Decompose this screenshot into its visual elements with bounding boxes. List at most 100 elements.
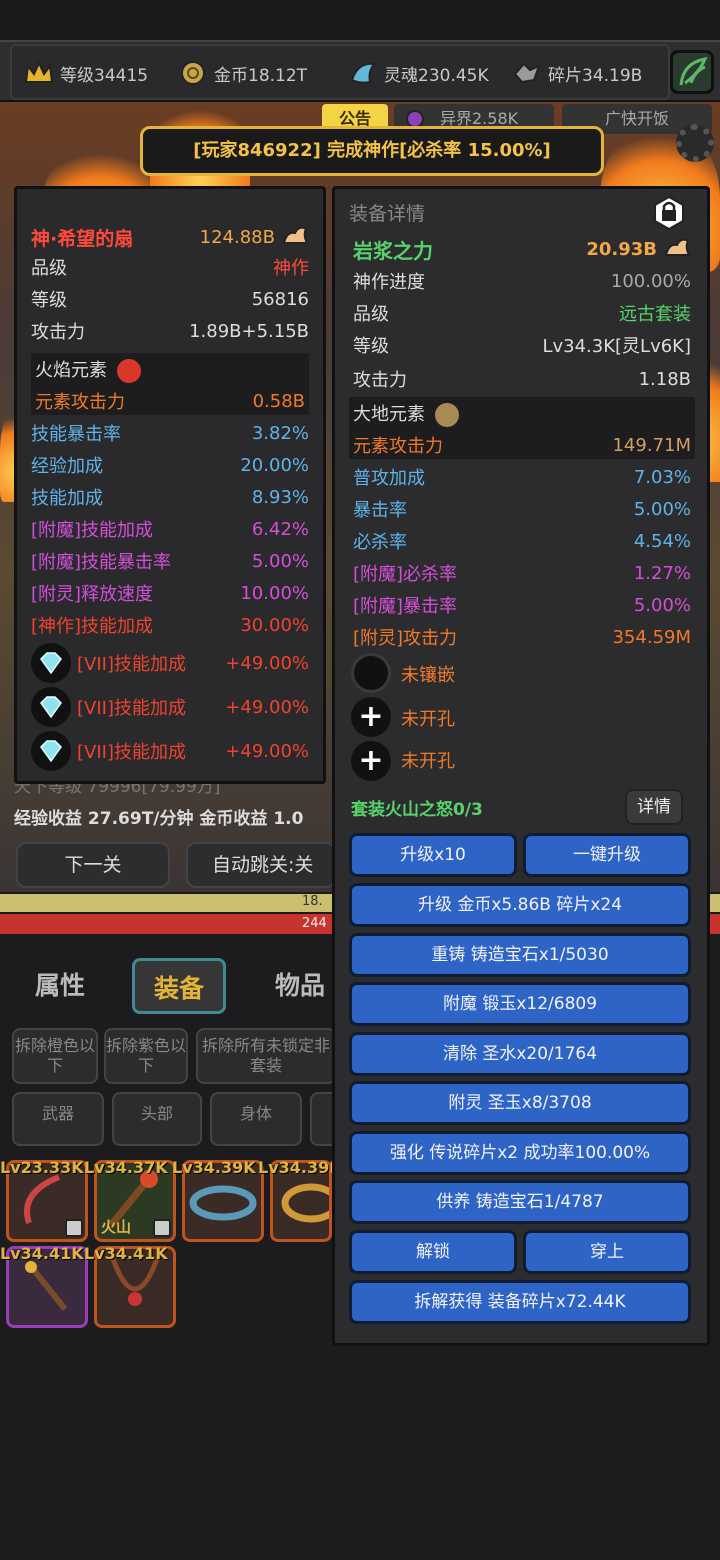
tab-items[interactable]: 物品: [258, 958, 342, 1014]
remove-orange-button[interactable]: 拆除橙色以下: [12, 1028, 98, 1084]
stat-row: 攻击力 1.18B: [353, 365, 691, 393]
spirit-attach-button[interactable]: 附灵 圣玉x8/3708: [349, 1081, 691, 1125]
set-detail-button[interactable]: 详情: [625, 789, 683, 825]
set-tag: 火山: [101, 1218, 132, 1236]
element-title: 大地元素: [353, 404, 425, 425]
nurture-button[interactable]: 供养 铸造宝石1/4787: [349, 1180, 691, 1224]
one-key-upgrade-button[interactable]: 一键升级: [523, 833, 691, 877]
panel-header: 装备详情: [349, 203, 426, 225]
stat-label: 元素攻击力: [35, 392, 125, 413]
muscle-icon: [281, 223, 309, 252]
shard-icon: [512, 60, 542, 86]
diamond-icon: [31, 731, 71, 771]
stat-label: [附魔]暴击率: [353, 596, 458, 617]
gem-row: [VII]技能加成 +49.00%: [77, 737, 309, 765]
stat-label: 技能加成: [31, 488, 103, 509]
stat-value: 10.00%: [240, 582, 309, 604]
stat-value: 3.82%: [251, 422, 309, 444]
next-stage-button[interactable]: 下一关: [16, 842, 170, 888]
leaf-icon[interactable]: [670, 50, 714, 94]
stat-row: 品级 神作: [31, 253, 309, 281]
lock-icon: [153, 1219, 171, 1237]
stat-row: 技能加成 8.93%: [31, 483, 309, 511]
gem-label: [VII]技能加成: [77, 698, 186, 719]
gem-row: [VII]技能加成 +49.00%: [77, 693, 309, 721]
filter-weapon[interactable]: 武器: [12, 1092, 104, 1146]
stat-label: [附灵]攻击力: [353, 628, 458, 649]
plus-icon[interactable]: +: [351, 697, 391, 737]
lock-icon[interactable]: [651, 195, 687, 231]
socket-label: 未镶嵌: [401, 665, 455, 686]
stat-row: 技能暴击率 3.82%: [31, 419, 309, 447]
gear-icon[interactable]: [676, 124, 714, 162]
stat-label: [附魔]技能加成: [31, 520, 154, 541]
item-title-row: 神·希望的扇 124.88B: [31, 223, 309, 251]
element-atk-row: 元素攻击力 149.71M: [349, 431, 695, 459]
stat-label: 等级: [353, 336, 389, 357]
stat-label: 普攻加成: [353, 468, 425, 489]
stat-value: 1.27%: [633, 562, 691, 584]
stat-value: 5.00%: [633, 594, 691, 616]
item-title-row: 岩浆之力 20.93B: [353, 235, 691, 263]
stat-value: 1.18B: [638, 368, 691, 390]
stat-label: 元素攻击力: [353, 436, 443, 457]
tab-attributes[interactable]: 属性: [18, 958, 102, 1014]
stat-label: [神作]技能加成: [31, 616, 154, 637]
element-title: 火焰元素: [35, 360, 107, 381]
unlock-button[interactable]: 解锁: [349, 1230, 517, 1274]
gem-row: [VII]技能加成 +49.00%: [77, 649, 309, 677]
stat-value: 4.54%: [633, 530, 691, 552]
muscle-icon: [663, 235, 691, 264]
stat-value: 5.00%: [633, 498, 691, 520]
slot-level: Lv34.39K: [258, 1158, 332, 1177]
filter-head[interactable]: 头部: [112, 1092, 202, 1146]
gem-label: [VII]技能加成: [77, 742, 186, 763]
stat-row: 经验加成 20.00%: [31, 451, 309, 479]
stat-row: 普攻加成 7.03%: [353, 463, 691, 491]
gem-value: +49.00%: [225, 652, 309, 674]
element-atk-row: 元素攻击力 0.58B: [31, 387, 309, 415]
reforge-button[interactable]: 重铸 铸造宝石x1/5030: [349, 933, 691, 977]
tab-equipment[interactable]: 装备: [132, 958, 226, 1014]
stat-value: 354.59M: [612, 626, 691, 648]
earth-icon: [434, 403, 459, 427]
stat-label: 技能暴击率: [31, 424, 121, 445]
strengthen-button[interactable]: 强化 传说碎片x2 成功率100.00%: [349, 1131, 691, 1175]
stat-value: 远古套装: [619, 304, 691, 325]
upgrade-button[interactable]: 升级 金币x5.86B 碎片x24: [349, 883, 691, 927]
level-resource: 等级34415: [24, 58, 148, 88]
filter-body[interactable]: 身体: [210, 1092, 302, 1146]
element-section: 火焰元素: [31, 353, 309, 389]
stat-value: Lv34.3K[灵Lv6K]: [542, 336, 691, 357]
dismantle-button[interactable]: 拆解获得 装备碎片x72.44K: [349, 1280, 691, 1324]
stat-row: [神作]技能加成 30.00%: [31, 611, 309, 639]
socket-label: 未开孔: [401, 751, 455, 772]
item-name: 岩浆之力: [353, 238, 433, 263]
stat-value: 6.42%: [251, 518, 309, 540]
empty-socket-icon[interactable]: [351, 653, 391, 693]
shard-text: 碎片34.19B: [548, 65, 643, 86]
plus-icon[interactable]: +: [351, 741, 391, 781]
stat-label: 品级: [353, 304, 389, 325]
remove-all-unlocked-button[interactable]: 拆除所有未锁定非套装: [196, 1028, 336, 1084]
stat-row: [附魔]暴击率 5.00%: [353, 591, 691, 619]
diamond-icon: [31, 687, 71, 727]
stat-row: 暴击率 5.00%: [353, 495, 691, 523]
clear-button[interactable]: 清除 圣水x20/1764: [349, 1032, 691, 1076]
equip-button[interactable]: 穿上: [523, 1230, 691, 1274]
remove-purple-button[interactable]: 拆除紫色以下: [104, 1028, 188, 1084]
slot-level: Lv34.37K: [84, 1158, 168, 1177]
gem-value: +49.00%: [225, 696, 309, 718]
auto-skip-button[interactable]: 自动跳关:关: [186, 842, 336, 888]
lock-icon: [65, 1219, 83, 1237]
stat-label: 必杀率: [353, 532, 407, 553]
enchant-button[interactable]: 附魔 锻玉x12/6809: [349, 982, 691, 1026]
stat-row: [附魔]技能暴击率 5.00%: [31, 547, 309, 575]
stat-value: 神作: [273, 258, 309, 279]
socket-label: 未开孔: [401, 709, 455, 730]
stat-label: 品级: [31, 258, 67, 279]
upgrade-x10-button[interactable]: 升级x10: [349, 833, 517, 877]
stat-label: 攻击力: [31, 322, 85, 343]
item-power: 20.93B: [586, 235, 691, 264]
slot-level: Lv34.41K: [84, 1244, 168, 1263]
